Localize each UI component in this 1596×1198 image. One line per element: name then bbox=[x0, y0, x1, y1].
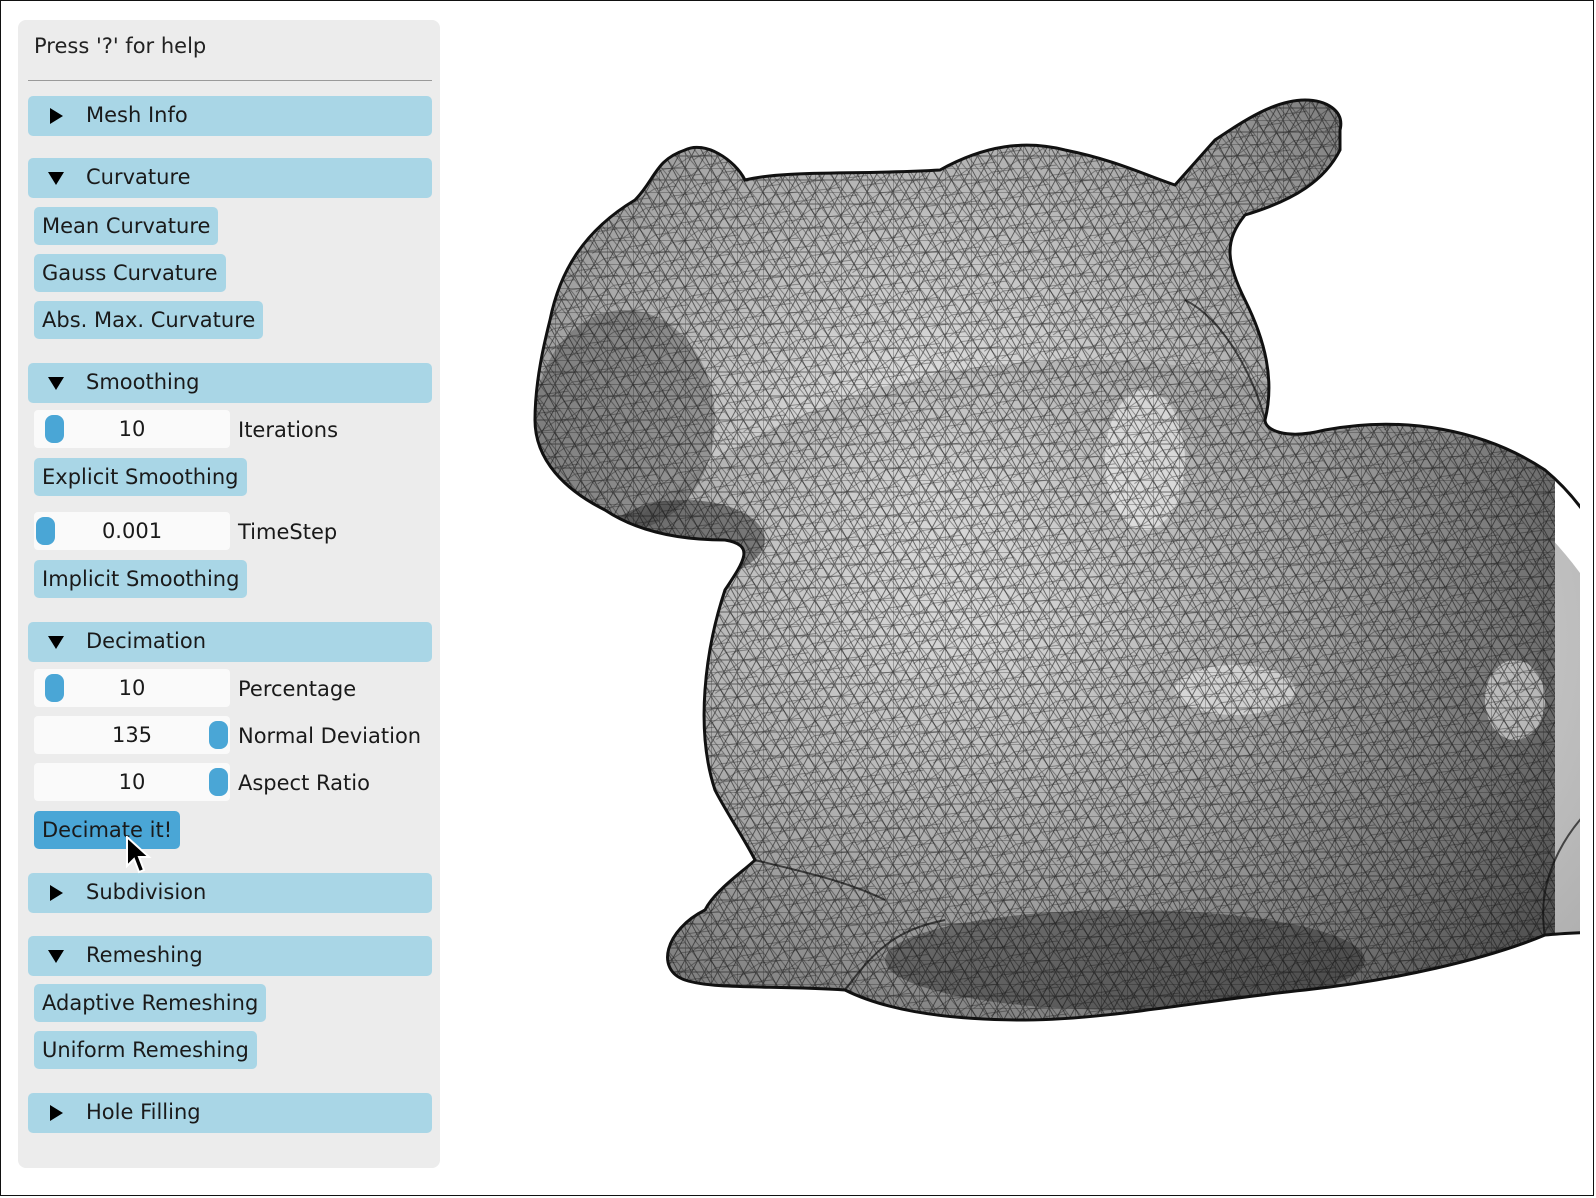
mesh-viewport[interactable] bbox=[450, 10, 1580, 1180]
section-label: Curvature bbox=[86, 165, 191, 189]
decimate-button[interactable]: Decimate it! bbox=[34, 811, 181, 849]
slider-value: 135 bbox=[111, 723, 153, 747]
normal-deviation-label: Normal Deviation bbox=[238, 724, 422, 748]
section-label: Hole Filling bbox=[86, 1100, 201, 1124]
iterations-slider[interactable]: 10 bbox=[34, 410, 230, 448]
timestep-label: TimeStep bbox=[238, 520, 338, 544]
implicit-smoothing-button[interactable]: Implicit Smoothing bbox=[34, 560, 248, 598]
mouse-pointer-icon bbox=[126, 836, 152, 874]
section-label: Subdivision bbox=[86, 880, 207, 904]
triangle-down-icon bbox=[48, 172, 64, 185]
section-label: Remeshing bbox=[86, 943, 203, 967]
slider-value: 10 bbox=[118, 417, 146, 441]
section-header-subdivision[interactable]: Subdivision bbox=[28, 873, 432, 913]
triangle-right-icon bbox=[50, 108, 63, 124]
triangle-down-icon bbox=[48, 377, 64, 390]
triangle-right-icon bbox=[50, 1105, 63, 1121]
gauss-curvature-button[interactable]: Gauss Curvature bbox=[34, 254, 226, 292]
aspect-ratio-label: Aspect Ratio bbox=[238, 771, 370, 795]
adaptive-remeshing-button[interactable]: Adaptive Remeshing bbox=[34, 984, 267, 1022]
section-header-hole-filling[interactable]: Hole Filling bbox=[28, 1093, 432, 1133]
triangle-down-icon bbox=[48, 636, 64, 649]
divider bbox=[28, 80, 432, 81]
percentage-slider[interactable]: 10 bbox=[34, 669, 230, 707]
uniform-remeshing-button[interactable]: Uniform Remeshing bbox=[34, 1031, 257, 1069]
triangle-down-icon bbox=[48, 950, 64, 963]
triangle-right-icon bbox=[50, 885, 63, 901]
timestep-slider[interactable]: 0.001 bbox=[34, 512, 230, 550]
mean-curvature-button[interactable]: Mean Curvature bbox=[34, 207, 219, 245]
slider-value: 0.001 bbox=[101, 519, 163, 543]
section-label: Smoothing bbox=[86, 370, 200, 394]
iterations-label: Iterations bbox=[238, 418, 339, 442]
section-header-mesh-info[interactable]: Mesh Info bbox=[28, 96, 432, 136]
slider-value: 10 bbox=[118, 770, 146, 794]
section-header-decimation[interactable]: Decimation bbox=[28, 622, 432, 662]
section-header-remeshing[interactable]: Remeshing bbox=[28, 936, 432, 976]
section-label: Decimation bbox=[86, 629, 207, 653]
aspect-ratio-slider[interactable]: 10 bbox=[34, 763, 230, 801]
section-header-curvature[interactable]: Curvature bbox=[28, 158, 432, 198]
section-header-smoothing[interactable]: Smoothing bbox=[28, 363, 432, 403]
explicit-smoothing-button[interactable]: Explicit Smoothing bbox=[34, 458, 247, 496]
normal-deviation-slider[interactable]: 135 bbox=[34, 716, 230, 754]
section-label: Mesh Info bbox=[86, 103, 188, 127]
abs-max-curvature-button[interactable]: Abs. Max. Curvature bbox=[34, 301, 264, 339]
percentage-label: Percentage bbox=[238, 677, 357, 701]
slider-value: 10 bbox=[118, 676, 146, 700]
control-panel: Press '?' for help Mesh Info Curvature M… bbox=[18, 20, 440, 1168]
help-hint: Press '?' for help bbox=[34, 34, 207, 58]
